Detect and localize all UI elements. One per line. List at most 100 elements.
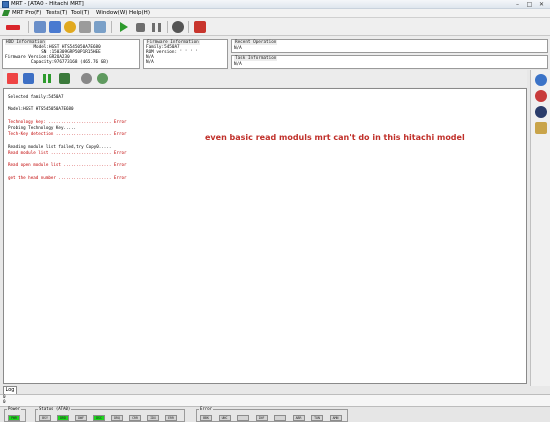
- firmware-info-box: Firmware Information Family:5450A7 ROM v…: [143, 39, 228, 69]
- maximize-button[interactable]: □: [525, 1, 534, 8]
- app-menu-icon: [1, 10, 11, 16]
- log-line-dots: .....................: [55, 174, 114, 180]
- task-information-header: Task Information: [234, 56, 278, 61]
- log-tab[interactable]: Log: [3, 386, 17, 394]
- refresh-icon[interactable]: [535, 74, 547, 86]
- error-led: INF: [255, 415, 268, 421]
- status-led: DRD: [57, 415, 69, 421]
- log-line: Selected family:5450A7: [8, 94, 63, 99]
- play-icon[interactable]: [120, 22, 128, 32]
- status-led: DSC: [93, 415, 105, 421]
- log-line: Probing Technology Key.....: [8, 125, 76, 130]
- log-line-status: Error: [113, 149, 127, 155]
- firmware-value: N/A: [146, 60, 154, 65]
- window-title: MRT - [ATA0 - Hitachi MRT]: [11, 1, 84, 7]
- error-led: BBK: [200, 415, 212, 421]
- status-led: IDX: [147, 415, 159, 421]
- tool-icon[interactable]: [535, 122, 547, 134]
- minimize-button[interactable]: –: [513, 1, 522, 8]
- led-status-bar: Power PWR Status (ATA0) BSY DRD DWF DSC DRQ C…: [0, 406, 550, 422]
- log-line-text: Selected family:5450A7: [8, 94, 64, 99]
- log-line: Read module list .......................…: [8, 150, 127, 155]
- error-led: [274, 415, 286, 421]
- menu-tool[interactable]: Tool(T): [71, 10, 89, 17]
- right-toolbar: [530, 70, 550, 386]
- log-line: get the head number ....................…: [8, 175, 127, 180]
- log-line-status: Error: [113, 131, 127, 137]
- log-line-status: Error: [113, 174, 127, 180]
- status-led: DRQ: [111, 415, 123, 421]
- close-button[interactable]: ✕: [537, 1, 546, 8]
- menu-window[interactable]: Window(W): [96, 10, 127, 17]
- main-toolbar: [0, 18, 550, 36]
- database-icon[interactable]: [79, 21, 91, 33]
- toolbar-separator: [188, 21, 189, 33]
- log-line-text: Reading module list failed,try Copy0....…: [8, 143, 112, 149]
- status-led: DWF: [75, 415, 87, 421]
- log-line-text: Model:HGST HTS545050A7E680: [8, 106, 74, 112]
- save-log-icon[interactable]: [23, 73, 34, 84]
- copy-log-icon[interactable]: [59, 73, 70, 84]
- log-line-status: Error: [113, 162, 127, 168]
- recent-operation-header: Recent Operation: [234, 40, 278, 45]
- log-line: Technology key: ........................…: [8, 119, 127, 124]
- error-label: Error: [199, 406, 214, 411]
- search-icon[interactable]: [81, 73, 92, 84]
- error-led: UNC: [218, 415, 231, 421]
- status-group: Status (ATA0) BSY DRD DWF DSC DRQ CRR IDX ERR: [35, 406, 185, 422]
- module-icon[interactable]: [64, 21, 76, 33]
- log-line-text: Probing Technology Key.....: [8, 125, 77, 130]
- hdd-capacity: Capacity:976773168 (465.76 GB): [5, 60, 109, 65]
- power-group: Power PWR: [4, 406, 26, 422]
- hdd-info-box: HDD Information Model:HGST HTS545050A7E6…: [2, 39, 140, 69]
- log-line: Read open module list ..................…: [8, 162, 127, 167]
- disconnect-icon[interactable]: [6, 25, 20, 30]
- status-rows: 0 0: [0, 394, 550, 406]
- recent-operation-value: N/A: [234, 46, 242, 51]
- menu-help[interactable]: Help(H): [129, 10, 150, 17]
- find-next-icon[interactable]: [97, 73, 108, 84]
- pause-log-icon[interactable]: [43, 74, 51, 83]
- info-panel: HDD Information Model:HGST HTS545050A7E6…: [0, 36, 550, 69]
- power-led: PWR: [8, 415, 20, 421]
- log-line: Model:HGST HTS545050A7E680: [8, 106, 74, 111]
- toolbar-separator: [28, 21, 29, 33]
- menu-mrt-pro[interactable]: MRT Pro(F): [12, 10, 41, 17]
- info-icon[interactable]: [535, 106, 547, 118]
- menu-tests[interactable]: Tests(T): [46, 10, 67, 17]
- status-label: Status (ATA0): [38, 406, 72, 411]
- log-line-text: get the head number: [8, 174, 56, 180]
- error-led: TON: [311, 415, 323, 421]
- tools-icon[interactable]: [94, 21, 106, 33]
- settings-icon[interactable]: [49, 21, 61, 33]
- log-line-dots: ......................: [53, 131, 114, 137]
- log-toolbar: [3, 70, 527, 87]
- cancel-icon[interactable]: [172, 21, 184, 33]
- status-led: ERR: [165, 415, 177, 421]
- app-icon: [2, 1, 9, 8]
- log-line: Reading module list failed,try Copy0....…: [8, 144, 111, 149]
- log-line-dots: .........................: [45, 118, 114, 124]
- status-led: CRR: [129, 415, 141, 421]
- toolbar-separator: [111, 21, 112, 33]
- log-line-status: Error: [113, 118, 127, 124]
- log-line-text: Tech-Key detection: [8, 131, 54, 137]
- log-line: Tech-Key detection .....................…: [8, 131, 127, 136]
- power-label: Power: [7, 406, 22, 411]
- error-led: AMN: [329, 415, 342, 421]
- stop-icon[interactable]: [136, 23, 145, 32]
- menu-bar: MRT Pro(F) Tests(T) Tool(T) Window(W) He…: [0, 9, 550, 18]
- connect-icon[interactable]: [34, 21, 46, 33]
- error-group: Error BBK UNC INF ABR TON AMN: [196, 406, 348, 422]
- toolbar-separator: [167, 21, 168, 33]
- annotation-text: even basic read moduls mrt can't do in t…: [205, 133, 465, 142]
- exit-icon[interactable]: [194, 21, 206, 33]
- log-line-text: Technology key:: [8, 118, 46, 124]
- pause-icon[interactable]: [152, 23, 161, 32]
- task-information-value: N/A: [234, 62, 242, 67]
- clear-log-icon[interactable]: [7, 73, 18, 84]
- log-line-dots: ........................: [48, 149, 114, 155]
- undo-icon[interactable]: [535, 90, 547, 102]
- recent-operation-box: Recent Operation N/A: [231, 39, 548, 53]
- status-row: 0: [3, 400, 6, 405]
